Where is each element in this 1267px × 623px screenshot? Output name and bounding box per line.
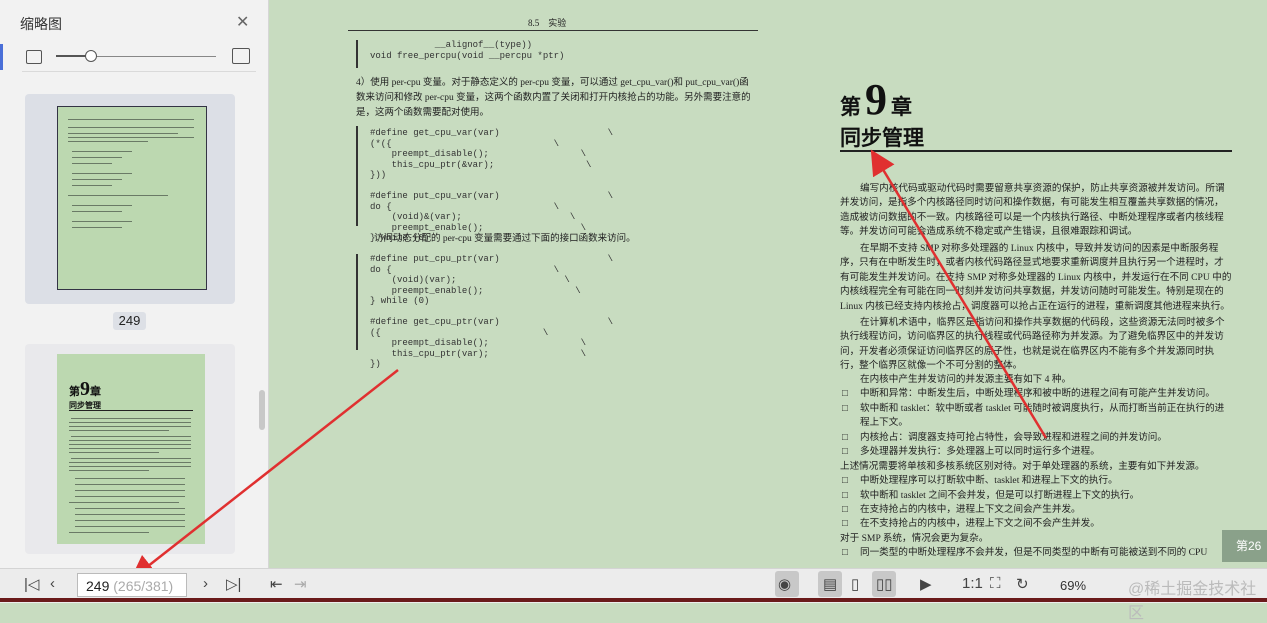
thumbnail-zoom-slider[interactable] — [26, 48, 252, 66]
paragraph-4: 在内核中产生并发访问的并发源主要有如下 4 种。 — [860, 374, 1072, 385]
last-page-icon[interactable]: ▷| — [226, 575, 241, 593]
forward-icon[interactable]: ⇥ — [294, 575, 307, 593]
bullet-item: 中断和异常：中断发生后，中断处理程序和被中断的进程之间有可能产生并发访问。 — [842, 387, 1230, 402]
chapter-title: 同步管理 — [840, 126, 924, 150]
prev-page-icon[interactable]: ‹ — [50, 575, 55, 592]
continuous-view-button[interactable]: ▤ — [818, 571, 842, 597]
bullet-item: 同一类型的中断处理程序不会并发，但是不同类型的中断有可能被送到不同的 CPU — [842, 546, 1230, 561]
first-page-icon[interactable]: |◁ — [24, 575, 39, 593]
zoom-level[interactable]: 69% — [1060, 578, 1086, 593]
thumbnail-image: 第9章 同步管理 — [57, 354, 205, 544]
thumbnail-image — [57, 106, 207, 290]
single-page-icon: ▯ — [851, 576, 860, 593]
code-block-bar — [356, 126, 358, 226]
paragraph-5: 上述情况需要将单核和多核系统区别对待。对于单处理器的系统，主要有如下并发源。 — [840, 461, 1205, 472]
play-icon[interactable]: ▶ — [920, 575, 932, 593]
sidebar-title: 缩略图 — [20, 16, 62, 32]
paragraph-1: 4）使用 per-cpu 变量。对于静态定义的 per-cpu 变量，可以通过 … — [356, 78, 751, 118]
page-number-input[interactable]: 249 (265/381) — [77, 573, 187, 597]
document-page-249: 8.5 实验 __alignof__(type)) void free_perc… — [348, 0, 758, 565]
sidebar-tab-indicator — [0, 44, 3, 70]
bullet-item: 软中断和 tasklet：软中断或者 tasklet 可能随时被调度执行，从而打… — [842, 402, 1230, 431]
next-page-icon[interactable]: › — [203, 575, 208, 592]
bullet-item: 多处理器并发执行：多处理器上可以同时运行多个进程。 — [842, 445, 1230, 460]
eye-protect-button[interactable]: ◉ — [775, 571, 799, 597]
rotate-icon[interactable]: ↻ — [1016, 575, 1029, 593]
eye-icon: ◉ — [778, 576, 792, 593]
thumbnail-page-number: 249 — [113, 312, 146, 330]
code-block-bar — [356, 254, 358, 350]
chapter-heading: 第9 章 — [840, 75, 912, 124]
bullet-item: 在支持抢占的内核中，进程上下文之间会产生并发。 — [842, 503, 1230, 518]
single-page-button[interactable]: ▯ — [846, 571, 870, 597]
mini-chapter-heading: 第9章 — [69, 378, 101, 400]
bullet-item: 内核抢占：调度器支持可抢占特性，会导致进程和进程之间的并发访问。 — [842, 431, 1230, 446]
scroll-view-icon: ▤ — [823, 576, 838, 593]
bullet-item: 在不支持抢占的内核中，进程上下文之间不会产生并发。 — [842, 517, 1230, 532]
bullet-item: 中断处理程序可以打断软中断、tasklet 和进程上下文的执行。 — [842, 474, 1230, 489]
page-header: 8.5 实验 — [528, 18, 567, 28]
paragraph-2: 在早期不支持 SMP 对称多处理器的 Linux 内核中，导致并发访问的因素是中… — [840, 243, 1232, 312]
document-page-250: 第9 章 同步管理 编写内核代码或驱动代码时需要留意共享资源的保护，防止共享资源被… — [820, 0, 1240, 565]
actual-size-icon[interactable]: 1:1 — [962, 575, 983, 592]
code-block-3: #define put_cpu_ptr(var) \ do { \ (void)… — [370, 254, 614, 369]
slider-knob[interactable] — [85, 50, 98, 62]
slider-track[interactable] — [56, 50, 216, 62]
header-rule — [348, 30, 758, 31]
thumbnail-page-249[interactable] — [25, 94, 235, 304]
thumbnail-page-250[interactable]: 第9章 同步管理 — [25, 344, 235, 554]
code-block-1: __alignof__(type)) void free_percpu(void… — [370, 40, 565, 61]
code-block-bar — [356, 40, 358, 68]
large-image-icon[interactable] — [232, 48, 250, 64]
two-page-button[interactable]: ▯▯ — [872, 571, 896, 597]
paragraph-6: 对于 SMP 系统，情况会更为复杂。 — [840, 533, 989, 544]
paragraph-2: 访问动态分配的 per-cpu 变量需要通过下面的接口函数来访问。 — [374, 234, 636, 244]
taskbar-strip — [0, 598, 1267, 602]
page-indicator-badge[interactable]: 第26 — [1222, 530, 1267, 562]
fit-page-icon[interactable]: ⛶ — [990, 575, 1001, 592]
divider — [22, 71, 256, 72]
thumbnail-sidebar: 缩略图 ✕ 249 第9章 同步管理 — [0, 0, 269, 568]
bullet-item: 软中断和 tasklet 之间不会并发，但是可以打断进程上下文的执行。 — [842, 489, 1230, 504]
back-icon[interactable]: ⇤ — [270, 575, 283, 593]
chapter-rule — [840, 150, 1232, 152]
paragraph-3: 在计算机术语中，临界区是指访问和操作共享数据的代码段，这些资源无法同时被多个执行… — [840, 317, 1225, 372]
sidebar-scrollbar[interactable] — [259, 390, 265, 430]
code-block-2: #define get_cpu_var(var) \ (*({ \ preemp… — [370, 128, 614, 243]
paragraph-1: 编写内核代码或驱动代码时需要留意共享资源的保护，防止共享资源被并发访问。所谓并发… — [840, 183, 1225, 238]
close-icon[interactable]: ✕ — [236, 12, 249, 32]
two-page-icon: ▯▯ — [876, 576, 893, 593]
small-image-icon[interactable] — [26, 50, 42, 64]
